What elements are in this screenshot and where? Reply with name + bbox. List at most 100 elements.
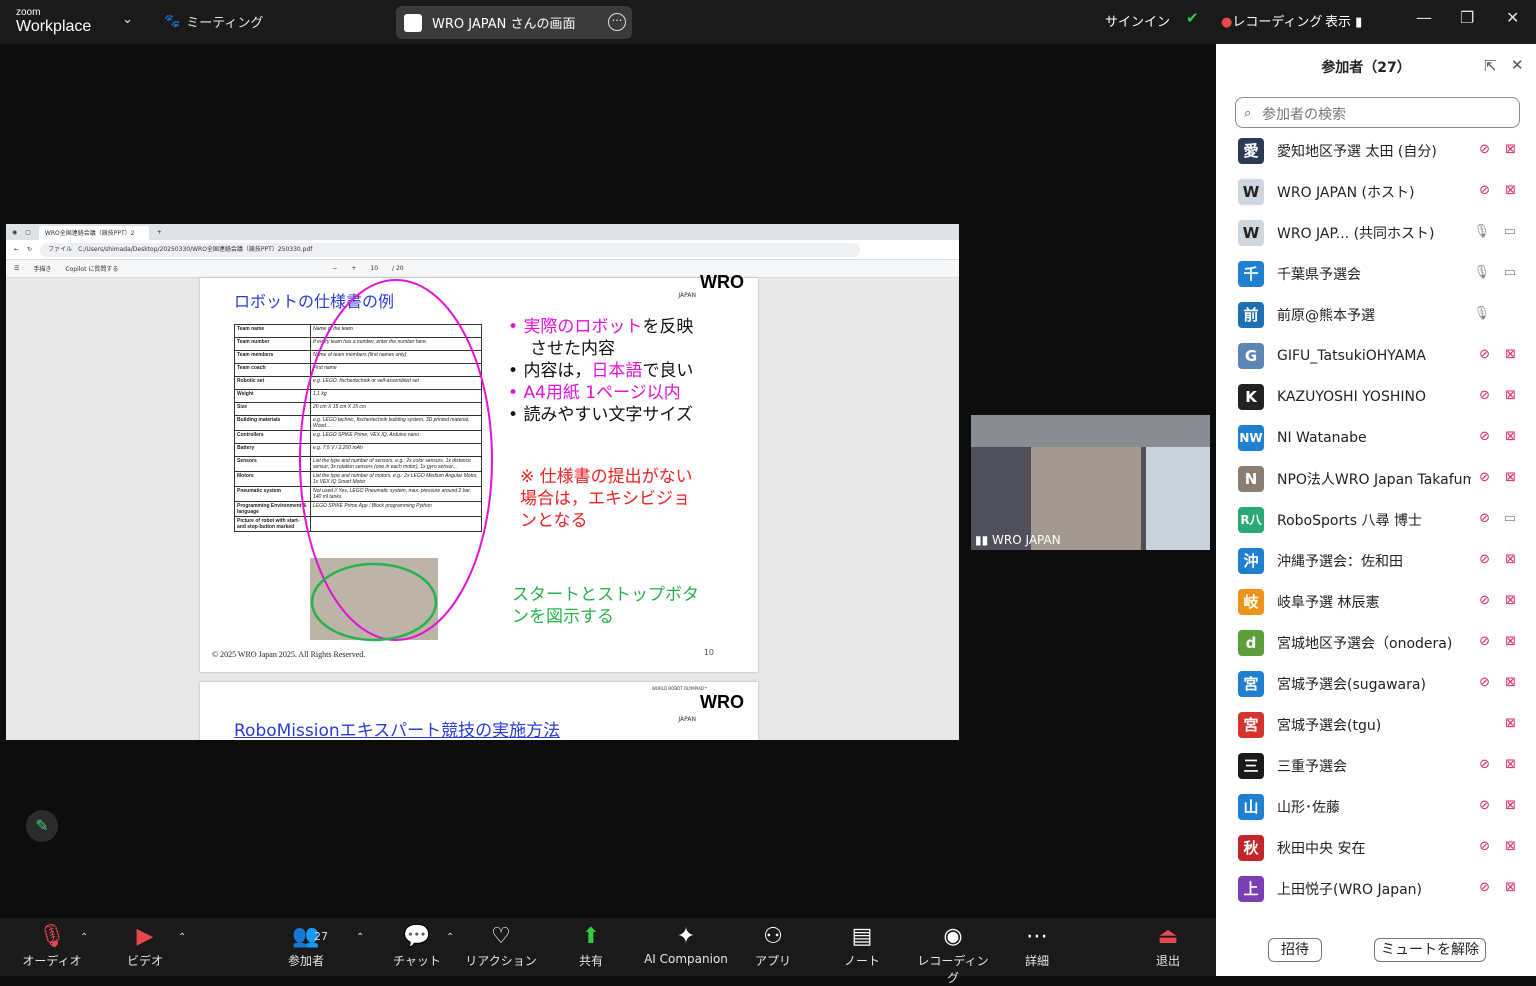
participants-caret[interactable]: ⌃: [356, 932, 364, 943]
invite-button[interactable]: 招待: [1268, 938, 1322, 962]
green-ellipse: [310, 562, 438, 642]
camera-icon: ▭: [1503, 224, 1516, 239]
chat-caret[interactable]: ⌃: [446, 932, 454, 943]
participant-row[interactable]: W WRO JAPAN (ホスト) ⊘ ⊠: [1216, 171, 1536, 212]
camera-off-icon: ⊠: [1505, 757, 1516, 772]
view-icon: ▮: [1355, 15, 1363, 30]
more-icon[interactable]: ···: [608, 13, 626, 31]
meeting-controls: 🎙 オーディオ ⌃ ▶ ビデオ ⌃ 👥 27 参加者 ⌃ 💬 チャット ⌃ ♡ リアクション…: [0, 918, 1216, 985]
notes-button[interactable]: ▤ ノート: [822, 922, 902, 969]
slide-11: WORLD ROBOT OLYMPIAD™ WRO JAPAN RoboMiss…: [200, 682, 758, 740]
leave-button[interactable]: ⏏ 退出: [1128, 922, 1208, 969]
participant-row[interactable]: K KAZUYOSHI YOSHINO ⊘ ⊠: [1216, 376, 1536, 417]
participant-row[interactable]: NW NI Watanabe ⊘ ⊠: [1216, 417, 1536, 458]
video-tile[interactable]: ▮▮ WRO JAPAN: [971, 415, 1210, 550]
participant-row[interactable]: W WRO JAP... (共同ホスト) 🎙 ▭: [1216, 212, 1536, 253]
address-bar: ← ↻ ファイル C:/Users/shimada/Desktop/202503…: [6, 240, 959, 260]
camera-icon: ▭: [1503, 265, 1516, 280]
minimize-icon[interactable]: —: [1416, 8, 1432, 27]
wro-tagline: WORLD ROBOT OLYMPIAD™: [651, 686, 708, 691]
toc-icon[interactable]: ☰: [14, 265, 19, 272]
recording-indicator[interactable]: ●レコーディング: [1221, 11, 1322, 30]
popout-icon[interactable]: ⇱: [1484, 57, 1497, 75]
camera-off-icon: ⊠: [1505, 388, 1516, 403]
participant-row[interactable]: 三三重予選会 ⊘ ⊠: [1216, 745, 1536, 786]
zoom-out-icon[interactable]: −: [332, 265, 337, 272]
pdf-viewport[interactable]: ロボットの仕様書の例 WRO JAPAN Team name Name of th…: [6, 272, 959, 740]
participant-row[interactable]: 上上田悦子(WRO Japan) ⊘ ⊠: [1216, 868, 1536, 909]
view-button[interactable]: 表示 ▮: [1325, 11, 1362, 30]
participant-row[interactable]: 秋秋田中央 安在 ⊘ ⊠: [1216, 827, 1536, 868]
camera-off-icon: ⊠: [1505, 470, 1516, 485]
participant-avatar: K: [1238, 383, 1264, 410]
page-current[interactable]: 10: [370, 265, 378, 272]
share-button[interactable]: ⬆ 共有: [551, 922, 631, 969]
participant-row[interactable]: 前前原@熊本予選 🎙: [1216, 294, 1536, 335]
close-panel-icon[interactable]: ✕: [1511, 56, 1524, 74]
reaction-button[interactable]: ♡ リアクション: [461, 922, 541, 969]
reload-icon[interactable]: ↻: [27, 246, 32, 253]
mic-muted-icon: ⊘: [1479, 880, 1490, 895]
participant-row[interactable]: 愛愛知地区予選 太田 (自分) ⊘ ⊠: [1216, 130, 1536, 171]
mic-muted-icon: ⊘: [1479, 675, 1490, 690]
tab-actions-icon[interactable]: ▢: [25, 229, 31, 236]
video-button[interactable]: ▶ ビデオ: [105, 922, 185, 969]
sharing-indicator[interactable]: WRO JAPAN さんの画面 ···: [396, 6, 632, 39]
participant-row[interactable]: 沖沖縄予選会：佐和田 ⊘ ⊠: [1216, 540, 1536, 581]
view-label: 表示: [1325, 15, 1352, 30]
video-options-caret[interactable]: ⌃: [178, 932, 186, 943]
participant-row[interactable]: d 宮城地区予選会（onodera) ⊘ ⊠: [1216, 622, 1536, 663]
zoom-in-icon[interactable]: +: [351, 265, 356, 272]
copilot-button[interactable]: Copilot に質問する: [65, 264, 118, 273]
participant-row[interactable]: R八 RoboSports 八尋 博士 ⊘ ▭: [1216, 499, 1536, 540]
close-window-icon[interactable]: ✕: [1506, 8, 1519, 27]
camera-off-icon: ⊠: [1505, 593, 1516, 608]
page-total: / 20: [392, 265, 404, 272]
back-icon[interactable]: ←: [14, 246, 19, 253]
participant-search-input[interactable]: 参加者の検索: [1235, 97, 1520, 128]
annotate-pencil-icon[interactable]: ✎: [26, 810, 58, 842]
participant-row[interactable]: 宮宮城予選会(sugawara) ⊘ ⊠: [1216, 663, 1536, 704]
url-field[interactable]: ファイル C:/Users/shimada/Desktop/20250330/W…: [40, 242, 861, 257]
copyright: © 2025 WRO Japan 2025. All Rights Reserv…: [212, 650, 366, 659]
restore-icon[interactable]: ❐: [1460, 8, 1474, 27]
signin-button[interactable]: サインイン: [1105, 11, 1170, 30]
mic-muted-icon: ⊘: [1479, 552, 1490, 567]
mic-muted-icon: ⊘: [1479, 593, 1490, 608]
participant-avatar: 前: [1238, 301, 1264, 328]
browser-profile-icon[interactable]: ◉: [12, 229, 17, 236]
participant-name: WRO JAP... (共同ホスト): [1277, 225, 1435, 242]
sharing-label: WRO JAPAN さんの画面: [432, 17, 576, 32]
participants-button[interactable]: 👥 27 参加者: [266, 922, 346, 969]
recording-button[interactable]: ◉ レコーディング: [913, 922, 993, 986]
participant-name: 千葉県予選会: [1277, 266, 1361, 283]
camera-off-icon: ⊠: [1505, 839, 1516, 854]
participant-row[interactable]: N NPO法人WRO Japan Takafumi... ⊘ ⊠: [1216, 458, 1536, 499]
leave-icon: ⏏: [1157, 924, 1179, 949]
recording-label: レコーディング: [1232, 15, 1323, 30]
participant-row[interactable]: 宮宮城予選会(tgu) ⊠: [1216, 704, 1536, 745]
share-icon: ⬆: [581, 924, 601, 949]
draw-button[interactable]: 手描き: [33, 264, 51, 273]
meeting-menu[interactable]: 🐾 ミーティング: [164, 12, 263, 31]
audio-button[interactable]: 🎙 オーディオ: [12, 922, 92, 969]
participant-row[interactable]: G GIFU_TatsukiOHYAMA ⊘ ⊠: [1216, 335, 1536, 376]
participant-name: 沖縄予選会：佐和田: [1277, 553, 1403, 570]
bullet-1-line2: させた内容: [530, 339, 615, 359]
shield-icon[interactable]: ✔: [1186, 9, 1199, 27]
more-button[interactable]: ⋯ 詳細: [997, 922, 1077, 969]
browser-tab[interactable]: WRO全国連絡会議（競技PPT）2: [38, 226, 149, 240]
panel-title: 参加者（27）: [1321, 60, 1411, 76]
chat-button[interactable]: 💬 チャット: [377, 922, 457, 969]
apps-button[interactable]: ⚇ アプリ: [733, 922, 813, 969]
audio-options-caret[interactable]: ⌃: [80, 932, 88, 943]
bullet-1: • 実際のロボットを反映: [508, 317, 694, 337]
new-tab-icon[interactable]: +: [157, 229, 162, 236]
ai-companion-button[interactable]: ✦ AI Companion: [640, 922, 732, 966]
participant-row[interactable]: 千千葉県予選会 🎙 ▭: [1216, 253, 1536, 294]
unmute-all-button[interactable]: ミュートを解除: [1374, 938, 1486, 962]
participant-row[interactable]: 山山形･佐藤 ⊘ ⊠: [1216, 786, 1536, 827]
participant-row[interactable]: 岐岐阜予選 林辰憲 ⊘ ⊠: [1216, 581, 1536, 622]
mic-muted-icon: ⊘: [1479, 511, 1490, 526]
chevron-down-icon[interactable]: ⌄: [122, 12, 133, 27]
